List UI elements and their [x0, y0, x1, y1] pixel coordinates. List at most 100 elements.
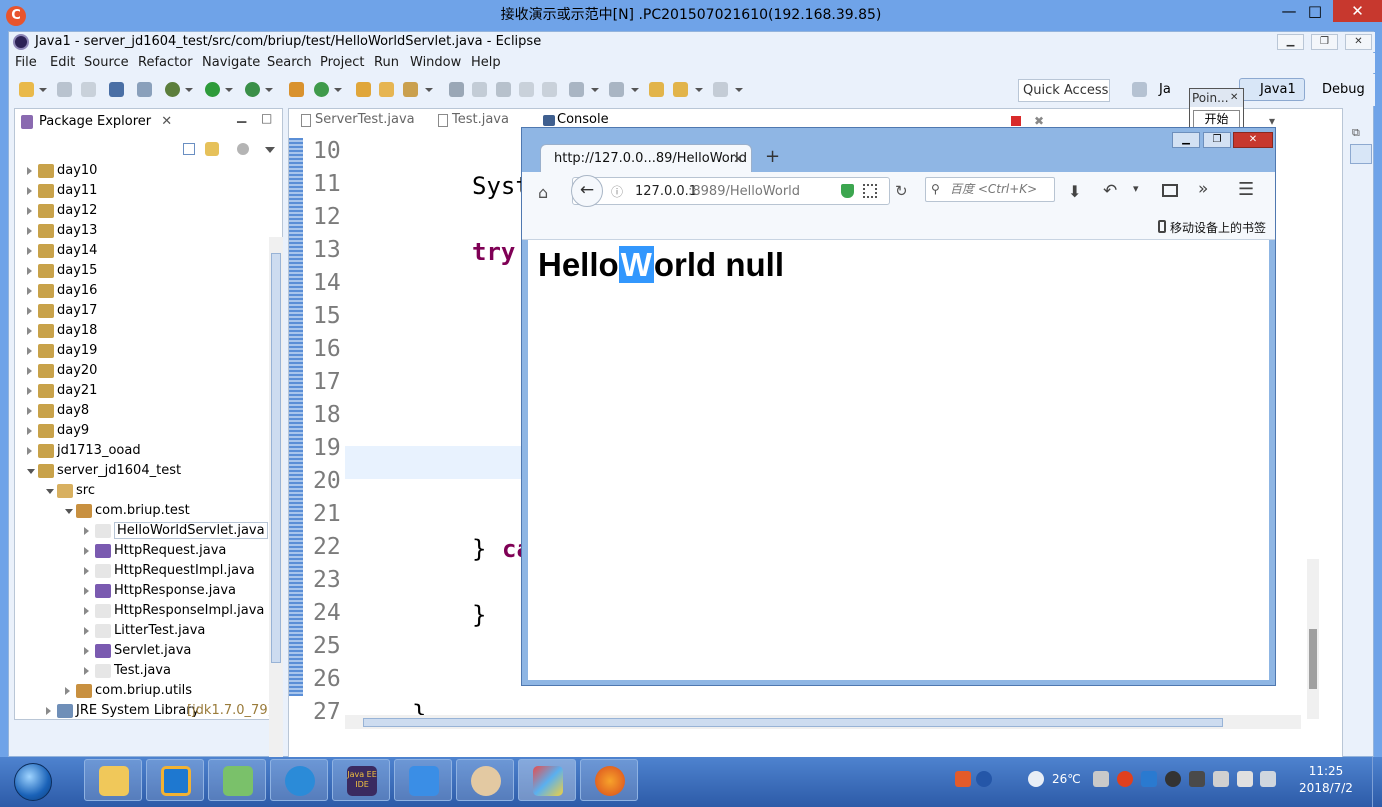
- collapse-all-icon[interactable]: [183, 143, 195, 155]
- project-day20[interactable]: day20: [15, 361, 265, 381]
- restore-view-icon[interactable]: ⧉: [1352, 126, 1360, 140]
- expand-arrow-closed-icon[interactable]: [27, 327, 32, 335]
- open-task-icon[interactable]: [379, 82, 394, 97]
- taskbar-firefox[interactable]: [580, 759, 638, 801]
- print-icon[interactable]: [109, 82, 124, 97]
- sogou-ime-icon[interactable]: [955, 771, 971, 787]
- new-java-package-icon[interactable]: [289, 82, 304, 97]
- minimize-view-icon[interactable]: ▁: [237, 109, 246, 123]
- project-day19[interactable]: day19: [15, 341, 265, 361]
- project-day11[interactable]: day11: [15, 181, 265, 201]
- project-day9[interactable]: day9: [15, 421, 265, 441]
- search-tool-icon[interactable]: [403, 82, 418, 97]
- file-httprequestimpl[interactable]: HttpRequestImpl.java: [15, 561, 265, 581]
- maximize-view-icon[interactable]: □: [261, 111, 272, 125]
- editor-toggle-icon[interactable]: [519, 82, 534, 97]
- taskbar-wps[interactable]: [394, 759, 452, 801]
- new-icon[interactable]: [19, 82, 34, 97]
- firefox-restore-button[interactable]: ❐: [1203, 132, 1231, 148]
- expand-arrow-closed-icon[interactable]: [84, 527, 89, 535]
- remote-close-button[interactable]: ✕: [1333, 0, 1382, 22]
- file-test[interactable]: Test.java: [15, 661, 265, 681]
- coverage-icon[interactable]: [245, 82, 260, 97]
- expand-arrow-closed-icon[interactable]: [27, 347, 32, 355]
- hamburger-menu-icon[interactable]: ☰: [1238, 179, 1254, 200]
- expand-arrow-open-icon[interactable]: [46, 489, 54, 494]
- menu-refactor[interactable]: Refactor: [138, 55, 193, 70]
- menu-window[interactable]: Window: [410, 55, 461, 70]
- forward-dropdown-icon[interactable]: [735, 88, 743, 92]
- file-littertest[interactable]: LitterTest.java: [15, 621, 265, 641]
- clock[interactable]: 11:25 2018/7/2: [1286, 763, 1366, 799]
- start-button-icon[interactable]: [14, 763, 52, 801]
- quick-access-input[interactable]: Quick Access: [1018, 79, 1110, 102]
- next-annotation-dropdown-icon[interactable]: [591, 88, 599, 92]
- eclipse-close-button[interactable]: ✕: [1345, 34, 1372, 50]
- perspective-debug[interactable]: Debug: [1322, 82, 1365, 97]
- debug-dropdown-icon[interactable]: [185, 88, 193, 92]
- skip-breakpoints-icon[interactable]: [137, 82, 152, 97]
- new-java-class-icon[interactable]: [314, 82, 329, 97]
- next-annotation-icon[interactable]: [569, 82, 584, 97]
- expand-arrow-closed-icon[interactable]: [84, 607, 89, 615]
- back-arrow-icon[interactable]: ←: [571, 175, 603, 207]
- url-bar[interactable]: ← ⓘ 127.0.0.1 :8989/HelloWorld ↻: [571, 175, 908, 207]
- project-day12[interactable]: day12: [15, 201, 265, 221]
- home-icon[interactable]: ⌂: [538, 183, 548, 202]
- eclipse-restore-button[interactable]: ❐: [1311, 34, 1338, 50]
- project-day16[interactable]: day16: [15, 281, 265, 301]
- expand-arrow-closed-icon[interactable]: [27, 447, 32, 455]
- firefox-tab[interactable]: http://127.0.0...89/HelloWorld ✕: [540, 144, 752, 174]
- open-type-icon[interactable]: [356, 82, 371, 97]
- taskbar-outlook[interactable]: [146, 759, 204, 801]
- search-dropdown-icon[interactable]: [425, 88, 433, 92]
- remote-maximize-button[interactable]: □: [1298, 0, 1332, 24]
- expand-arrow-closed-icon[interactable]: [65, 687, 70, 695]
- expand-arrow-closed-icon[interactable]: [27, 207, 32, 215]
- file-httpresponse[interactable]: HttpResponse.java: [15, 581, 265, 601]
- tab-test[interactable]: Test.java: [432, 112, 509, 134]
- menu-search[interactable]: Search: [267, 55, 312, 70]
- undo-dropdown-icon[interactable]: ▾: [1133, 182, 1139, 195]
- qr-code-icon[interactable]: [863, 184, 877, 198]
- mobile-bookmarks-link[interactable]: 移动设备上的书签: [1170, 219, 1266, 236]
- menu-edit[interactable]: Edit: [50, 55, 75, 70]
- reload-icon[interactable]: ↻: [895, 182, 908, 200]
- weather-cloud-icon[interactable]: [1028, 771, 1044, 787]
- qq-tray-icon[interactable]: [1165, 771, 1181, 787]
- expand-arrow-closed-icon[interactable]: [27, 387, 32, 395]
- expand-arrow-closed-icon[interactable]: [46, 707, 51, 715]
- app-tray-icon[interactable]: [1141, 771, 1157, 787]
- undo-close-tab-icon[interactable]: ↶: [1103, 181, 1117, 201]
- new-dropdown-icon[interactable]: [39, 88, 47, 92]
- pointer-popup-close-icon[interactable]: ✕: [1230, 89, 1238, 107]
- close-tab-icon[interactable]: ✕: [161, 114, 172, 129]
- save-all-icon[interactable]: [81, 82, 96, 97]
- expand-arrow-closed-icon[interactable]: [27, 227, 32, 235]
- menu-help[interactable]: Help: [471, 55, 501, 70]
- help-icon[interactable]: [976, 771, 992, 787]
- console-view-menu-icon[interactable]: ▾: [1269, 114, 1275, 128]
- menu-project[interactable]: Project: [320, 55, 364, 70]
- expand-arrow-closed-icon[interactable]: [84, 647, 89, 655]
- file-helloworldservlet[interactable]: HelloWorldServlet.java: [15, 521, 268, 541]
- project-day13[interactable]: day13: [15, 221, 265, 241]
- taskbar-notepad[interactable]: [208, 759, 266, 801]
- menu-file[interactable]: File: [15, 55, 37, 70]
- firefox-minimize-button[interactable]: ▁: [1172, 132, 1200, 148]
- project-server-jd1604-test[interactable]: server_jd1604_test: [15, 461, 265, 481]
- expand-arrow-closed-icon[interactable]: [27, 307, 32, 315]
- battery-tray-icon[interactable]: [1213, 771, 1229, 787]
- firefox-close-button[interactable]: ✕: [1233, 132, 1273, 148]
- expand-arrow-open-icon[interactable]: [65, 509, 73, 514]
- expand-arrow-closed-icon[interactable]: [84, 667, 89, 675]
- toggle-mark-icon[interactable]: [449, 82, 464, 97]
- expand-arrow-closed-icon[interactable]: [27, 167, 32, 175]
- taskbar-qq[interactable]: [270, 759, 328, 801]
- tab-servertest[interactable]: ServerTest.java: [295, 112, 415, 134]
- prev-annotation-icon[interactable]: [609, 82, 624, 97]
- filters-icon[interactable]: [237, 143, 249, 155]
- project-day15[interactable]: day15: [15, 261, 265, 281]
- pin-editor-icon[interactable]: [542, 82, 557, 97]
- search-input[interactable]: ⚲ 百度 <Ctrl+K>: [925, 177, 1055, 202]
